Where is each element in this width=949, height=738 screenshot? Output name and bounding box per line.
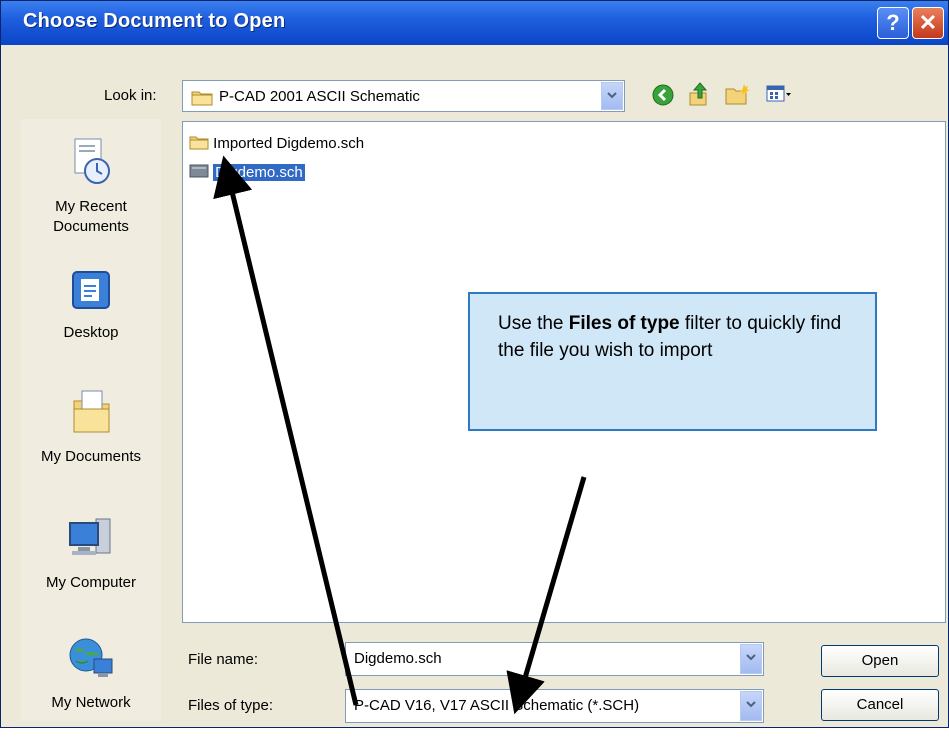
files-of-type-value: P-CAD V16, V17 ASCII Schematic (*.SCH) — [354, 697, 640, 714]
recent-documents-icon — [21, 137, 161, 193]
callout-prefix: Use the — [498, 313, 569, 334]
back-icon[interactable] — [652, 84, 674, 111]
file-item-digdemo[interactable]: Digdemo.sch — [189, 163, 305, 181]
file-item-label: Imported Digdemo.sch — [213, 135, 365, 152]
my-documents-icon — [21, 387, 161, 443]
chevron-down-icon — [746, 654, 756, 661]
up-folder-icon[interactable] — [688, 81, 712, 112]
place-my-documents-label: My Documents — [40, 448, 142, 465]
look-in-combo[interactable]: P-CAD 2001 ASCII Schematic — [182, 80, 625, 112]
folder-icon — [189, 136, 209, 150]
file-item-imported-digdemo[interactable]: Imported Digdemo.sch — [189, 134, 364, 152]
file-name-value: Digdemo.sch — [354, 650, 442, 667]
place-recent-label: My Recent Documents — [53, 198, 129, 235]
place-recent-documents[interactable]: My Recent Documents — [21, 137, 161, 237]
tip-callout: Use the Files of type filter to quickly … — [468, 292, 877, 431]
file-item-label: Digdemo.sch — [213, 164, 305, 181]
places-bar: My Recent Documents Desktop My Documents… — [21, 119, 161, 721]
open-button[interactable]: Open — [821, 645, 939, 677]
place-my-computer-label: My Computer — [45, 574, 137, 591]
file-name-dropdown-button[interactable] — [740, 644, 762, 674]
my-computer-icon — [21, 515, 161, 569]
views-menu-icon[interactable] — [766, 84, 792, 109]
cancel-button[interactable]: Cancel — [821, 689, 939, 721]
help-button[interactable]: ? — [877, 7, 909, 39]
schematic-file-icon — [189, 164, 209, 178]
file-name-input[interactable]: Digdemo.sch — [345, 642, 764, 676]
desktop-icon — [21, 269, 161, 319]
chevron-down-icon — [746, 701, 756, 708]
place-my-documents[interactable]: My Documents — [21, 387, 161, 467]
place-my-network[interactable]: My Network — [21, 635, 161, 713]
place-desktop[interactable]: Desktop — [21, 269, 161, 343]
look-in-label: Look in: — [104, 87, 157, 104]
file-name-label: File name: — [188, 651, 259, 668]
chevron-down-icon — [607, 92, 617, 99]
place-my-computer[interactable]: My Computer — [21, 515, 161, 593]
place-my-network-label: My Network — [51, 694, 131, 711]
my-network-icon — [21, 635, 161, 689]
files-of-type-combo[interactable]: P-CAD V16, V17 ASCII Schematic (*.SCH) — [345, 689, 764, 723]
callout-bold-term: Files of type — [568, 313, 680, 334]
files-of-type-dropdown-button[interactable] — [740, 691, 762, 721]
place-desktop-label: Desktop — [63, 324, 119, 341]
title-bar[interactable]: Choose Document to Open ? ✕ — [1, 1, 948, 45]
close-button[interactable]: ✕ — [912, 7, 944, 39]
new-folder-icon[interactable] — [725, 83, 751, 110]
look-in-value: P-CAD 2001 ASCII Schematic — [219, 88, 420, 105]
files-of-type-label: Files of type: — [188, 697, 274, 714]
dialog-title: Choose Document to Open — [23, 10, 286, 32]
look-in-dropdown-button[interactable] — [601, 82, 623, 110]
folder-icon — [191, 88, 213, 111]
